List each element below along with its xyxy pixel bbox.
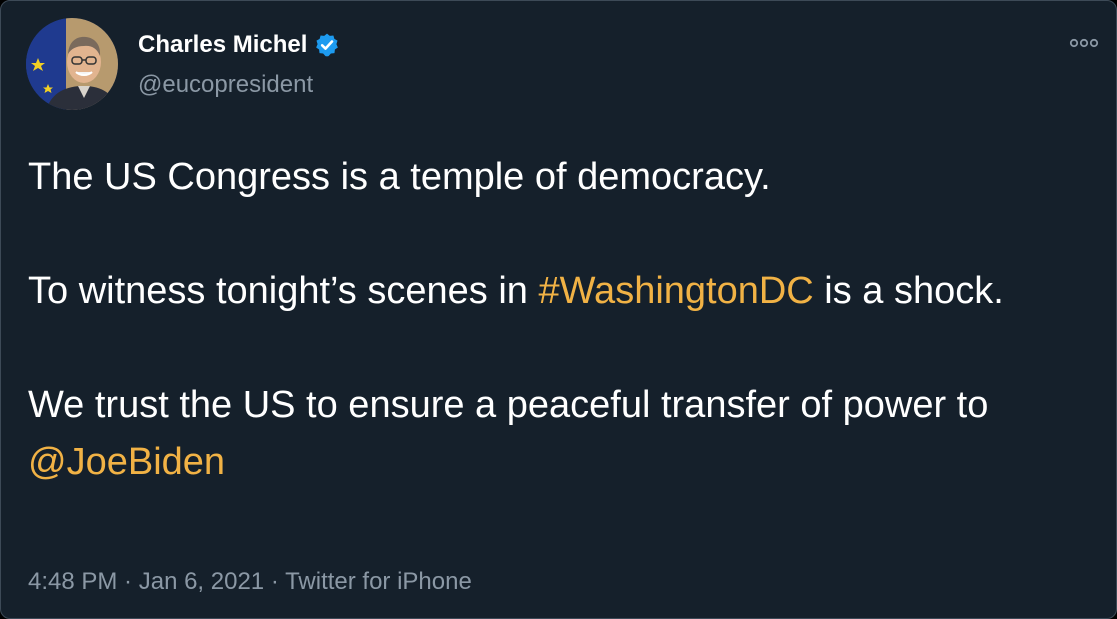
tweet-line-3-pre: We trust the US to ensure a peaceful tra…	[28, 384, 989, 426]
tweet-date[interactable]: Jan 6, 2021	[139, 568, 264, 595]
tweet-line-2-post: is a shock.	[813, 270, 1004, 312]
profile-photo-icon	[26, 18, 118, 110]
tweet-meta: 4:48 PM · Jan 6, 2021 · Twitter for iPho…	[28, 568, 472, 596]
author-avatar[interactable]	[26, 18, 118, 110]
mention-link[interactable]: @JoeBiden	[28, 441, 225, 483]
hashtag-link[interactable]: #WashingtonDC	[538, 270, 813, 312]
tweet-time[interactable]: 4:48 PM	[28, 568, 117, 595]
tweet-paragraph-2: To witness tonight’s scenes in #Washingt…	[28, 263, 1088, 320]
more-options-icon[interactable]	[1066, 31, 1102, 55]
tweet-paragraph-3: We trust the US to ensure a peaceful tra…	[28, 377, 1088, 491]
tweet-card: Charles Michel @eucopresident The US Con…	[0, 0, 1117, 619]
tweet-line-2-pre: To witness tonight’s scenes in	[28, 270, 539, 312]
tweet-text: The US Congress is a temple of democracy…	[28, 149, 1088, 491]
author-name[interactable]: Charles Michel	[138, 31, 307, 59]
author-name-row[interactable]: Charles Michel	[138, 31, 340, 59]
tweet-line-1: The US Congress is a temple of democracy…	[28, 156, 771, 198]
verified-badge-icon	[316, 33, 339, 57]
author-handle[interactable]: @eucopresident	[138, 71, 313, 99]
meta-separator: ·	[264, 568, 286, 595]
tweet-paragraph-1: The US Congress is a temple of democracy…	[28, 149, 1088, 206]
tweet-source[interactable]: Twitter for iPhone	[285, 568, 472, 595]
meta-separator: ·	[117, 568, 139, 595]
